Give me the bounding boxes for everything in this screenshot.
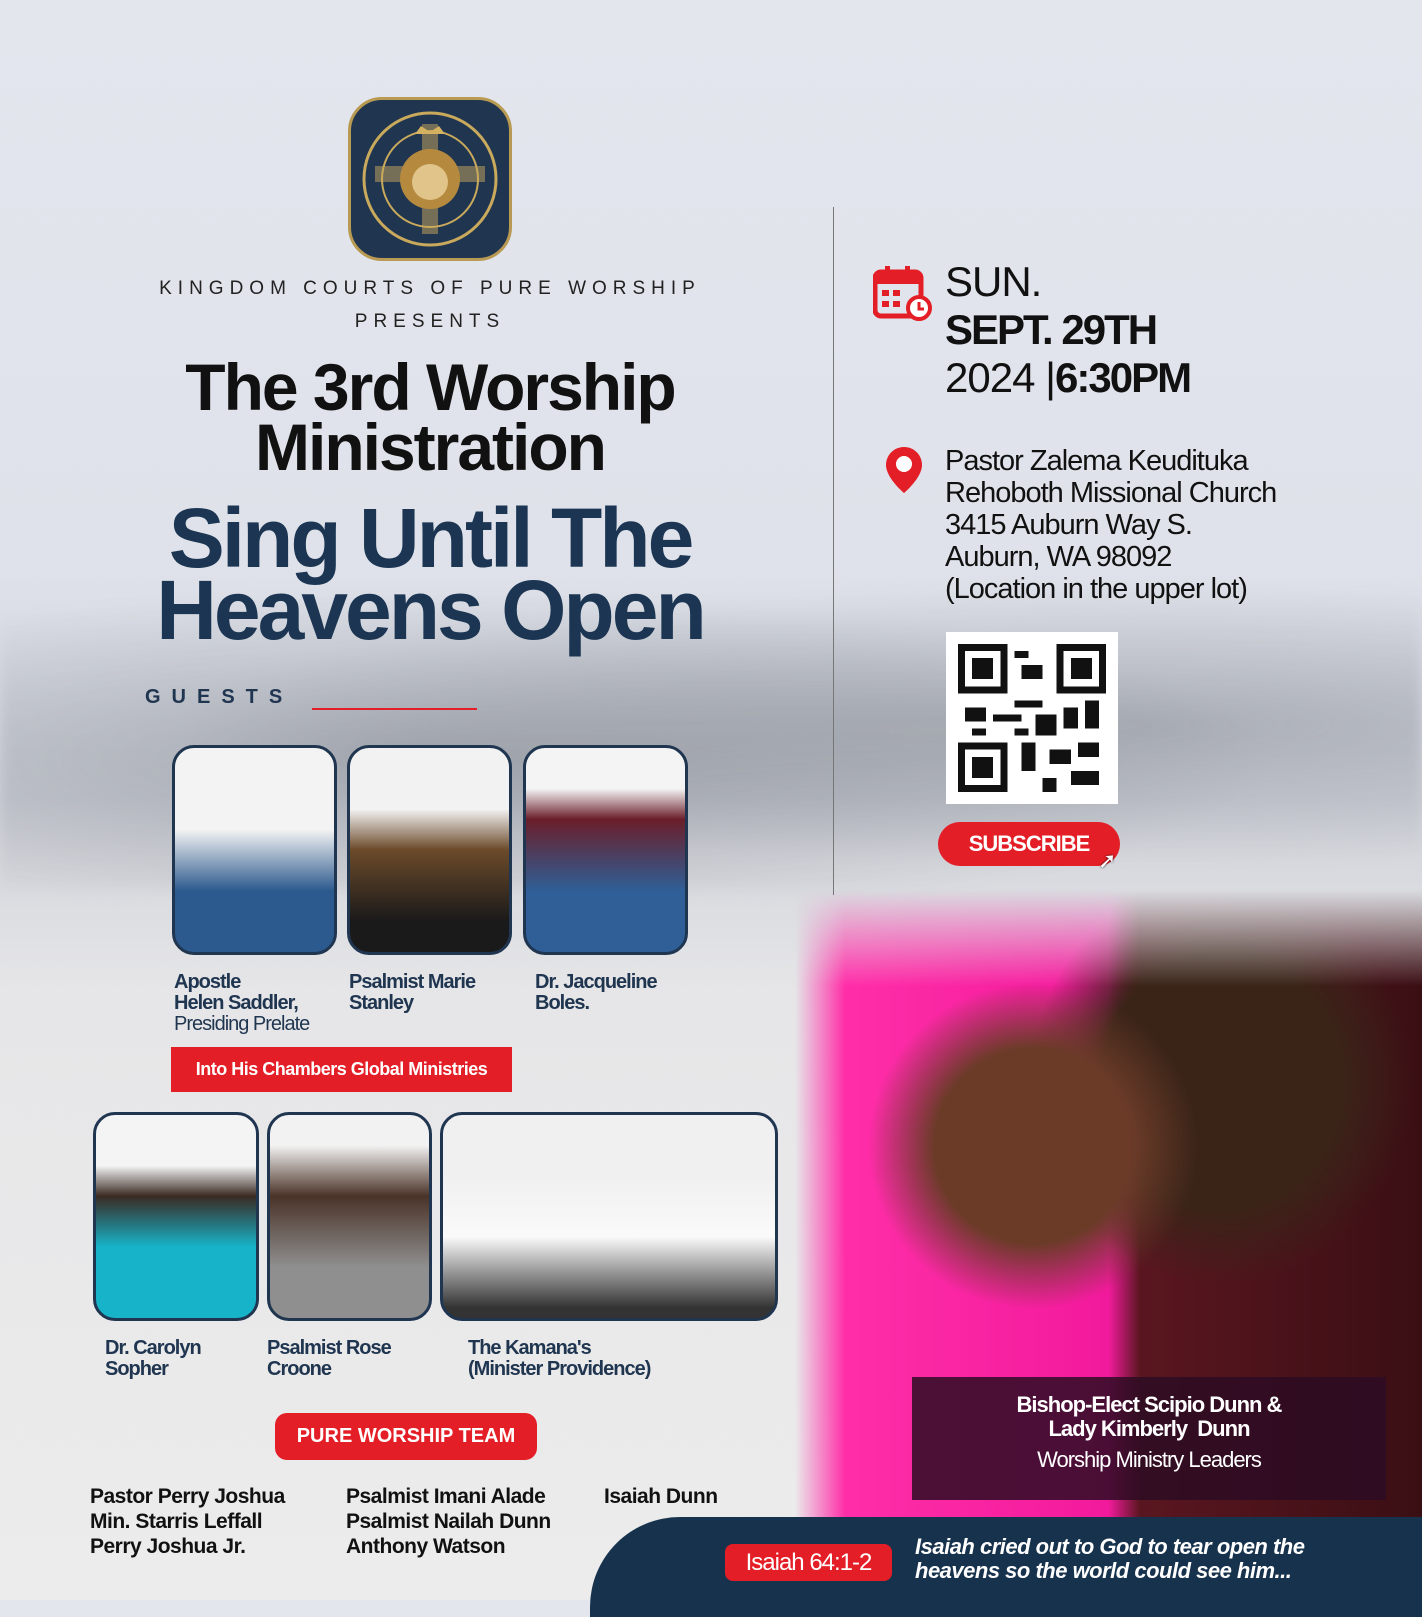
guest-photo-jacqueline-boles <box>523 745 688 955</box>
guest-name-kamanas: The Kamana's (Minister Providence) <box>468 1337 651 1380</box>
team-member: Pastor Perry Joshua <box>90 1485 285 1508</box>
guest-name-line: Helen Saddler, <box>174 992 299 1014</box>
guest-name-line: Dr. Carolyn <box>105 1337 202 1359</box>
guest-name-line: Sopher <box>105 1358 169 1380</box>
event-date: SUN. SEPT. 29TH 2024 |6:30PM <box>945 258 1192 402</box>
verse-reference: Isaiah 64:1-2 <box>725 1544 892 1581</box>
guest-name-helen-saddler: Apostle Helen Saddler, Presiding Prelate <box>174 971 310 1035</box>
guest-name-line: Dr. Jacqueline <box>535 971 658 993</box>
church-logo <box>348 97 512 261</box>
guest-name-jacqueline-boles: Dr. Jacqueline Boles. <box>535 971 658 1014</box>
guest-photo-carolyn-sopher <box>93 1112 259 1321</box>
verse-text: Isaiah cried out to God to tear open the… <box>915 1534 1305 1583</box>
event-date-text: SEPT. 29TH <box>945 306 1158 353</box>
guest-name-line: Psalmist Rose <box>267 1337 392 1359</box>
verse-line: Isaiah cried out to God to tear open the <box>915 1534 1305 1559</box>
guest-name-marie-stanley: Psalmist Marie Stanley <box>349 971 476 1014</box>
guest-photo-marie-stanley <box>347 745 512 955</box>
organizer-name: KINGDOM COURTS OF PURE WORSHIP <box>159 278 701 299</box>
guest-title: Presiding Prelate <box>174 1013 310 1035</box>
address-line: (Location in the upper lot) <box>945 573 1248 605</box>
calendar-icon <box>872 264 933 327</box>
team-member: Isaiah Dunn <box>604 1485 718 1508</box>
team-member: Psalmist Imani Alade <box>346 1485 546 1508</box>
location-pin-icon <box>884 445 924 500</box>
address-line: Auburn, WA 98092 <box>945 541 1172 573</box>
leaders-names: Lady Kimberly Dunn <box>1048 1416 1250 1441</box>
leaders-role: Worship Ministry Leaders <box>1037 1447 1262 1472</box>
event-year-time: 2024 |6:30PM <box>945 354 1192 402</box>
presents-label: PRESENTS <box>354 311 506 332</box>
guest-name-carolyn-sopher: Dr. Carolyn Sopher <box>105 1337 202 1380</box>
ministry-badge: Into His Chambers Global Ministries <box>171 1047 512 1092</box>
event-title-line1: The 3rd Worship <box>185 350 677 424</box>
theme-line2: Heavens Open <box>156 563 707 657</box>
team-member: Anthony Watson <box>346 1535 506 1558</box>
pure-worship-team-label: PURE WORSHIP TEAM <box>275 1413 537 1460</box>
guest-photo-kamanas <box>440 1112 778 1321</box>
team-member: Psalmist Nailah Dunn <box>346 1510 551 1533</box>
guest-name-line: Psalmist Marie <box>349 971 476 993</box>
cursor-icon: ➚ <box>1098 848 1117 873</box>
event-address: Pastor Zalema Keudituka Rehoboth Mission… <box>945 445 1277 605</box>
guest-name-line: (Minister Providence) <box>468 1358 651 1380</box>
subscribe-button[interactable]: SUBSCRIBE <box>938 822 1120 866</box>
guest-name-line: Croone <box>267 1358 332 1380</box>
guest-name-line: Apostle <box>174 971 241 993</box>
vertical-divider <box>833 207 834 895</box>
guest-name-line: Stanley <box>349 992 414 1014</box>
leaders-names: Bishop-Elect Scipio Dunn & <box>1016 1392 1283 1417</box>
separator: | <box>1045 354 1056 401</box>
guest-name-line: Boles. <box>535 992 590 1014</box>
qr-code[interactable] <box>946 632 1118 804</box>
event-time: 6:30PM <box>1055 354 1192 401</box>
team-column-2: Psalmist Imani Alade Psalmist Nailah Dun… <box>346 1484 551 1559</box>
event-title-line2: Ministration <box>255 410 607 484</box>
guest-name-line: The Kamana's <box>468 1337 592 1359</box>
guests-label: GUESTS <box>145 686 294 708</box>
leaders-caption: Bishop-Elect Scipio Dunn & Lady Kimberly… <box>912 1377 1386 1500</box>
team-member: Min. Starris Leffall <box>90 1510 263 1533</box>
guest-photo-rose-croone <box>267 1112 432 1321</box>
address-line: Pastor Zalema Keudituka <box>945 445 1249 477</box>
event-year: 2024 <box>945 354 1035 401</box>
guest-photo-helen-saddler <box>172 745 337 955</box>
team-column-3: Isaiah Dunn <box>604 1484 718 1509</box>
event-day: SUN. <box>945 258 1042 305</box>
address-line: Rehoboth Missional Church <box>945 477 1277 509</box>
guest-name-rose-croone: Psalmist Rose Croone <box>267 1337 392 1380</box>
address-line: 3415 Auburn Way S. <box>945 509 1193 541</box>
guests-divider <box>312 708 477 710</box>
team-member: Perry Joshua Jr. <box>90 1535 246 1558</box>
verse-line: heavens so the world could see him... <box>915 1558 1292 1583</box>
team-column-1: Pastor Perry Joshua Min. Starris Leffall… <box>90 1484 285 1559</box>
